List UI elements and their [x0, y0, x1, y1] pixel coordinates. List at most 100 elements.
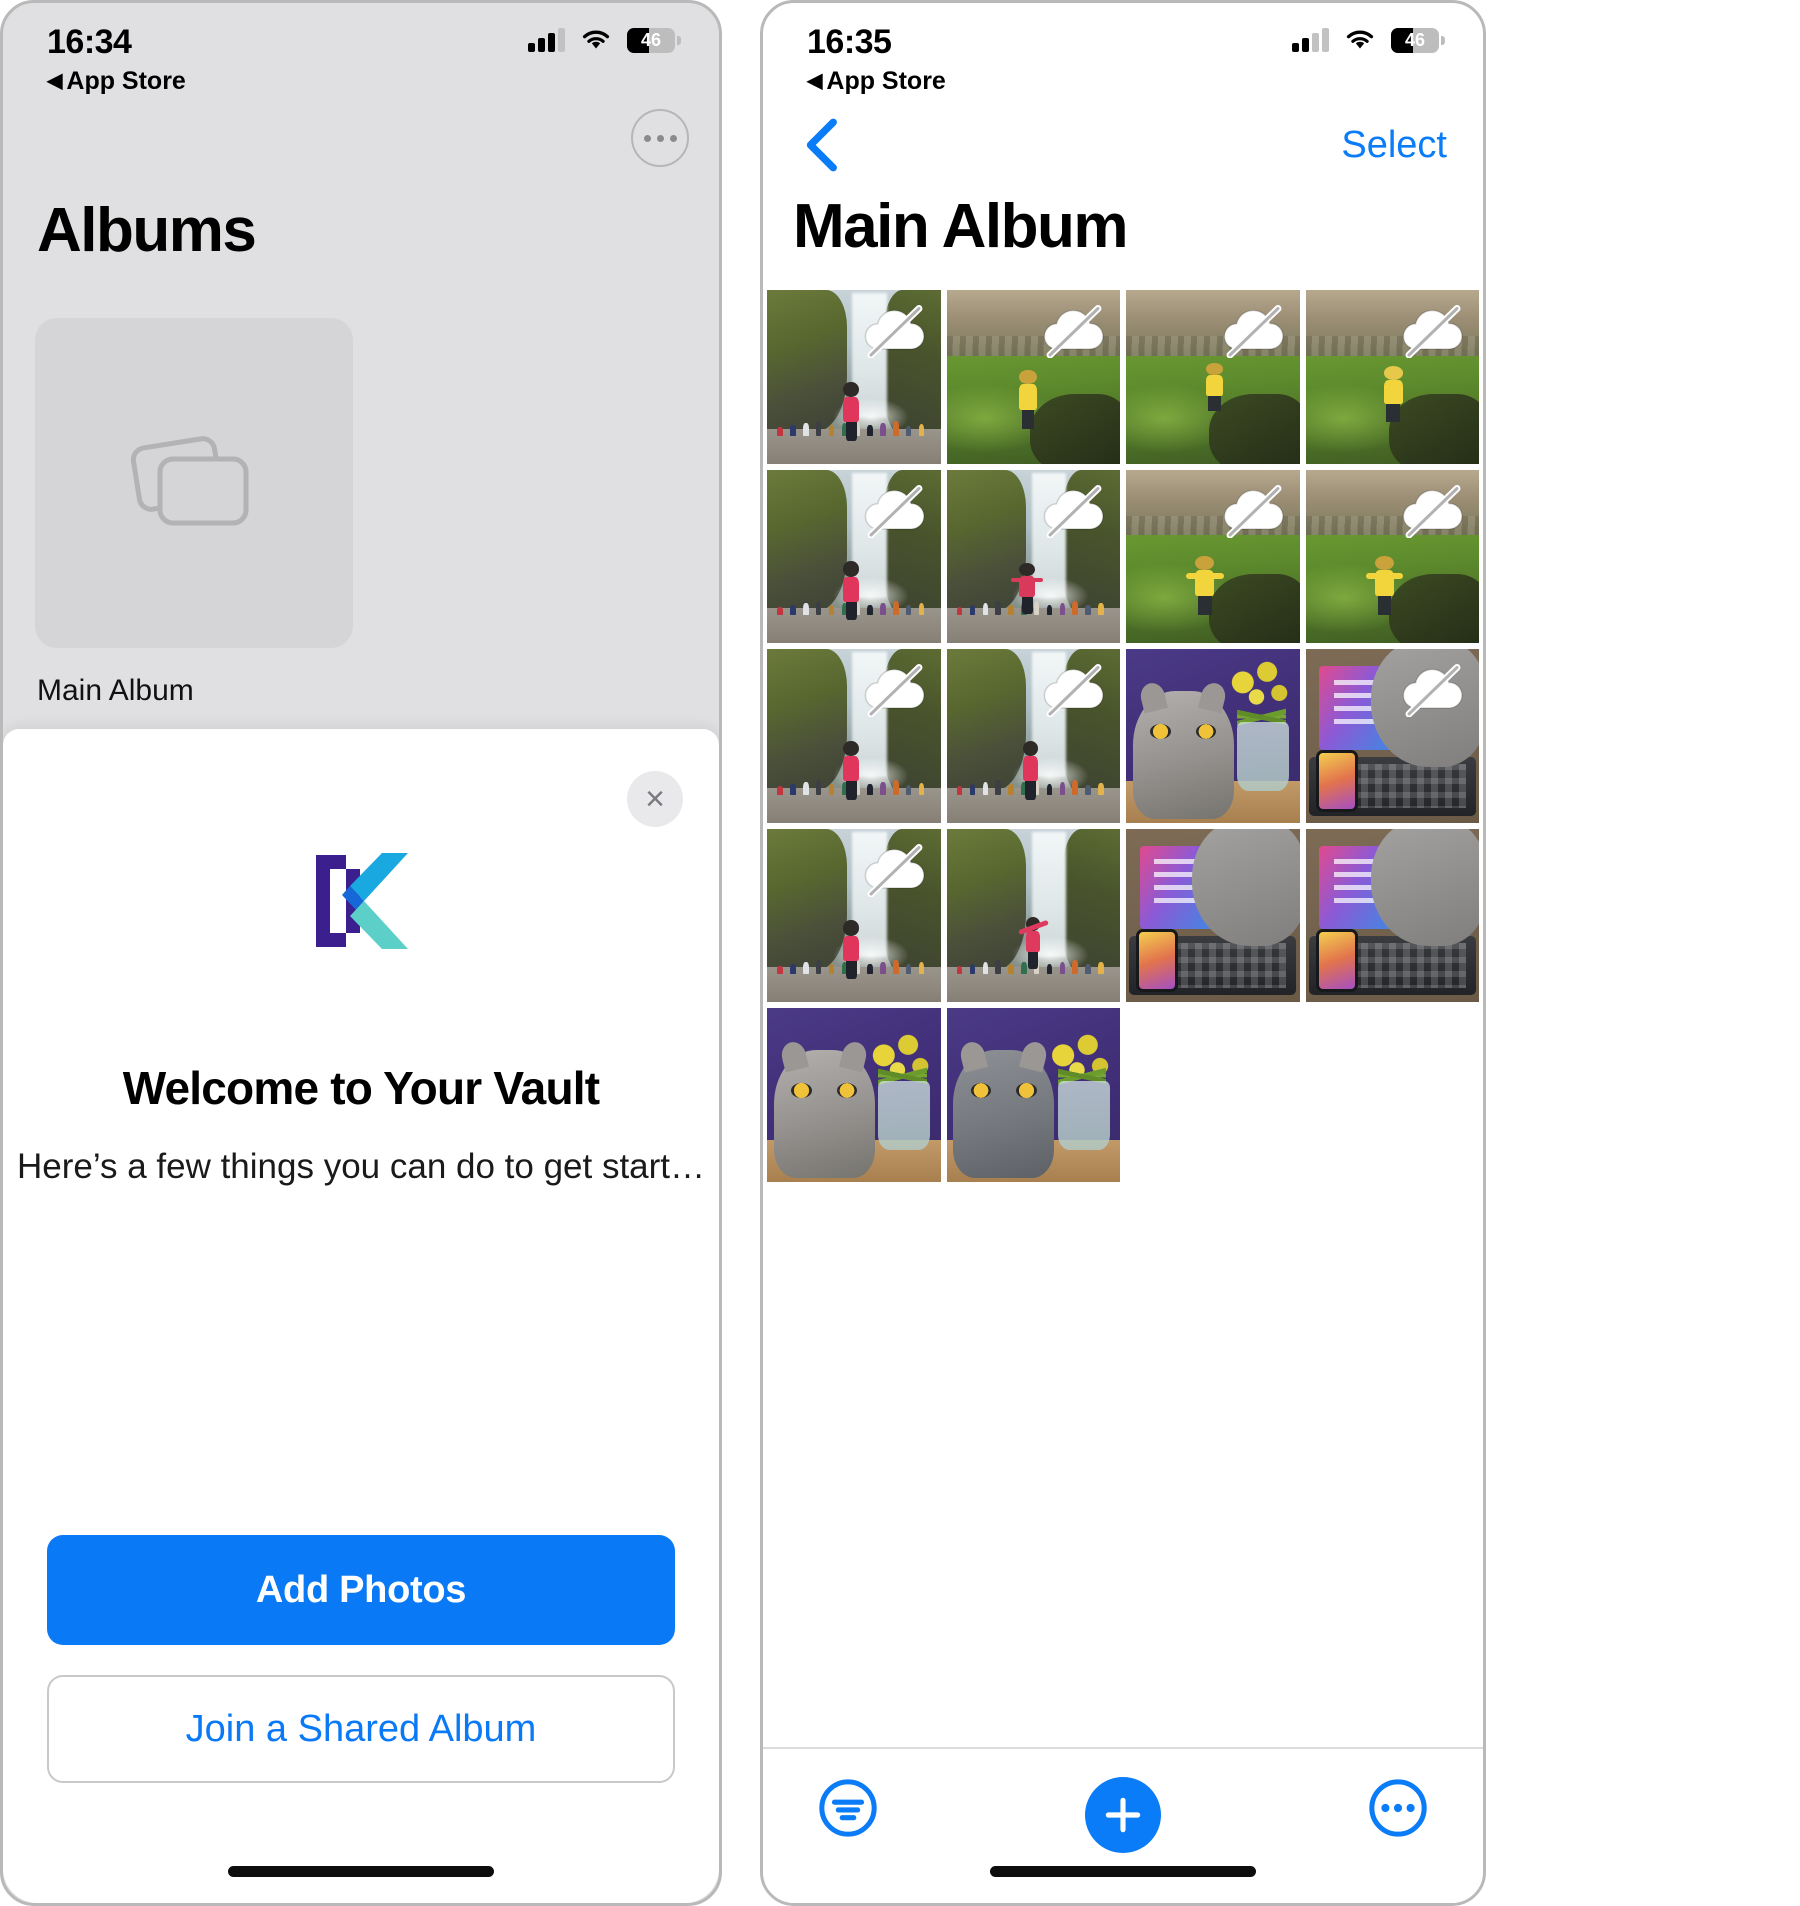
- photo-scene-cat: [1126, 649, 1300, 823]
- add-photo-button[interactable]: [1085, 1777, 1161, 1853]
- back-triangle-icon: ◀: [807, 69, 823, 92]
- cloud-slash-icon: [864, 305, 925, 359]
- sheet-subtitle: Here’s a few things you can do to get st…: [16, 1147, 706, 1186]
- back-app-label: App Store: [66, 67, 186, 95]
- photo-image: [767, 1008, 941, 1182]
- welcome-sheet: × Welcome to Your Vault Here’s a few thi…: [3, 729, 719, 1903]
- left-phone-frame: 16:34 46 ◀ App Store Albums Main Album ×…: [0, 0, 722, 1906]
- wifi-icon: [1346, 30, 1374, 49]
- cellular-signal-icon: [528, 28, 565, 52]
- photo-thumbnail[interactable]: [767, 1008, 941, 1182]
- cloud-slash-icon: [859, 663, 931, 718]
- album-nav-bar: Select: [763, 103, 1483, 187]
- photo-thumbnail[interactable]: [946, 828, 1120, 1002]
- filter-sort-icon[interactable]: [817, 1777, 879, 1839]
- battery-percent: 46: [640, 29, 662, 50]
- photo-thumbnail[interactable]: [946, 1008, 1120, 1182]
- cloud-slash-icon: [1043, 664, 1104, 718]
- close-icon[interactable]: ×: [627, 771, 683, 827]
- status-icons: 46: [1292, 25, 1445, 55]
- sheet-heading: Welcome to Your Vault: [122, 1062, 600, 1114]
- home-indicator: [990, 1866, 1256, 1877]
- photo-thumbnail[interactable]: [1126, 469, 1300, 643]
- page-title: Albums: [37, 196, 257, 265]
- cloud-slash-icon: [859, 304, 931, 359]
- album-name: Main Album: [37, 674, 194, 707]
- cloud-slash-icon: [1223, 305, 1284, 359]
- status-time: 16:35: [807, 23, 892, 61]
- photo-thumbnail[interactable]: [767, 649, 941, 823]
- photo-image: [1305, 828, 1479, 1002]
- cloud-slash-icon: [1218, 484, 1290, 538]
- cloud-slash-icon: [1043, 305, 1104, 359]
- cloud-slash-icon: [859, 484, 931, 538]
- cellular-signal-icon: [1292, 28, 1329, 52]
- dot: [656, 134, 664, 142]
- cloud-slash-icon: [864, 664, 925, 718]
- photo-thumbnail[interactable]: [767, 469, 941, 643]
- photo-thumbnail[interactable]: [946, 290, 1120, 464]
- select-button[interactable]: Select: [1341, 124, 1447, 167]
- photo-image: [1126, 828, 1300, 1002]
- photo-scene-cat: [946, 1008, 1120, 1182]
- status-time: 16:34: [47, 23, 132, 61]
- photo-thumbnail[interactable]: [1305, 828, 1479, 1002]
- cloud-slash-icon: [1402, 305, 1463, 359]
- photo-image: [946, 1008, 1120, 1182]
- photo-scene-waterfall: [946, 828, 1120, 1002]
- album-title: Main Album: [793, 192, 1129, 261]
- cloud-slash-icon: [864, 484, 925, 538]
- photo-grid: [763, 262, 1483, 1182]
- home-indicator: [228, 1866, 494, 1877]
- cloud-slash-icon: [1218, 304, 1290, 359]
- more-options-button[interactable]: [631, 109, 689, 167]
- app-logo: [3, 729, 719, 951]
- photo-thumbnail[interactable]: [767, 290, 941, 464]
- left-status-bar: 16:34 46 ◀ App Store: [3, 3, 719, 103]
- join-shared-album-button[interactable]: Join a Shared Album: [47, 1675, 675, 1783]
- photo-thumbnail[interactable]: [946, 469, 1120, 643]
- back-triangle-icon: ◀: [47, 69, 63, 92]
- albums-top-bar: [3, 103, 719, 189]
- dot: [643, 134, 651, 142]
- keepsafe-k-logo-icon: [316, 853, 408, 949]
- photo-thumbnail[interactable]: [1305, 290, 1479, 464]
- photo-thumbnail[interactable]: [1305, 469, 1479, 643]
- album-thumbnail: [35, 318, 353, 648]
- cloud-slash-icon: [1397, 663, 1469, 718]
- album-item-main[interactable]: Main Album: [3, 266, 719, 708]
- more-circle-icon[interactable]: [1367, 1777, 1429, 1839]
- return-to-app-store[interactable]: ◀ App Store: [807, 67, 1439, 96]
- cloud-slash-icon: [1038, 304, 1110, 359]
- battery-icon: 46: [627, 27, 681, 53]
- photo-thumbnail[interactable]: [1126, 828, 1300, 1002]
- photo-scene-cat: [767, 1008, 941, 1182]
- cloud-slash-icon: [1402, 484, 1463, 538]
- photo-scene-desk: [1126, 828, 1300, 1002]
- cloud-slash-icon: [1038, 484, 1110, 538]
- cloud-slash-icon: [1038, 663, 1110, 718]
- albums-stack-icon: [130, 436, 249, 526]
- album-toolbar: [763, 1747, 1483, 1903]
- photo-thumbnail[interactable]: [767, 828, 941, 1002]
- battery-icon: 46: [1391, 27, 1445, 53]
- photo-scene-desk: [1305, 828, 1479, 1002]
- photo-thumbnail[interactable]: [1126, 649, 1300, 823]
- photo-thumbnail[interactable]: [1126, 290, 1300, 464]
- photo-thumbnail[interactable]: [946, 649, 1120, 823]
- dot: [669, 134, 677, 142]
- plus-icon: [1105, 1797, 1141, 1833]
- photo-thumbnail[interactable]: [1305, 649, 1479, 823]
- wifi-icon: [582, 30, 610, 49]
- battery-percent: 46: [1404, 29, 1426, 50]
- return-to-app-store[interactable]: ◀ App Store: [47, 67, 675, 96]
- back-app-label: App Store: [826, 67, 946, 95]
- right-status-bar: 16:35 46 ◀ App Store: [763, 3, 1483, 103]
- right-phone-frame: 16:35 46 ◀ App Store Select Main Album: [760, 0, 1486, 1906]
- chevron-left-icon[interactable]: [799, 117, 843, 173]
- add-photos-button[interactable]: Add Photos: [47, 1535, 675, 1645]
- cloud-slash-icon: [1223, 484, 1284, 538]
- cloud-slash-icon: [1402, 664, 1463, 718]
- sheet-actions: Add Photos Join a Shared Album: [47, 1535, 675, 1783]
- cloud-slash-icon: [864, 843, 925, 897]
